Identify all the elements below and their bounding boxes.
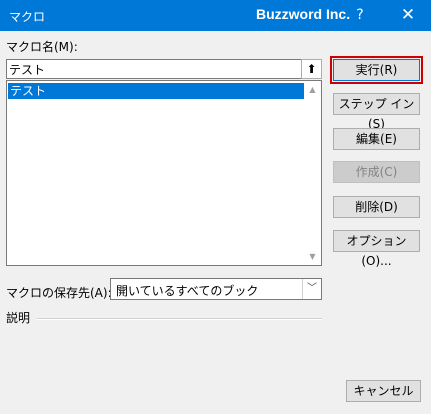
delete-button[interactable]: 削除(D) (333, 196, 420, 218)
options-button[interactable]: オプション(O)... (333, 230, 420, 268)
help-icon[interactable]: ? (345, 0, 375, 31)
list-item[interactable]: テスト (8, 83, 306, 99)
vertical-scrollbar[interactable]: ▲ ▼ (304, 81, 321, 265)
title-bar: マクロ Buzzword Inc. ? ✕ (0, 0, 431, 31)
run-button[interactable]: 実行(R) (330, 56, 423, 84)
macro-name-input[interactable] (9, 60, 294, 78)
scroll-down-icon[interactable]: ▼ (304, 248, 321, 265)
window-title: マクロ (9, 10, 46, 24)
macro-name-label: マクロ名(M): (6, 40, 78, 54)
chevron-down-icon[interactable]: ﹀ (302, 279, 321, 299)
edit-button[interactable]: 編集(E) (333, 128, 420, 150)
macro-list[interactable]: テスト ▲ ▼ (6, 80, 322, 266)
description-divider (37, 318, 322, 320)
brand-label: Buzzword Inc. (256, 6, 351, 22)
macros-in-label: マクロの保存先(A): (6, 286, 112, 300)
macros-in-value: 開いているすべてのブック (116, 284, 259, 298)
scroll-up-icon[interactable]: ▲ (304, 81, 321, 98)
cancel-button[interactable]: キャンセル (346, 380, 421, 402)
step-into-button[interactable]: ステップ イン(S) (333, 93, 420, 131)
macro-name-field[interactable] (6, 59, 302, 79)
upload-icon[interactable]: ⬆ (301, 59, 322, 79)
create-button: 作成(C) (333, 161, 420, 183)
macros-in-select[interactable]: 開いているすべてのブック ﹀ (110, 278, 322, 300)
description-label: 説明 (6, 311, 31, 325)
close-icon[interactable]: ✕ (393, 0, 423, 31)
